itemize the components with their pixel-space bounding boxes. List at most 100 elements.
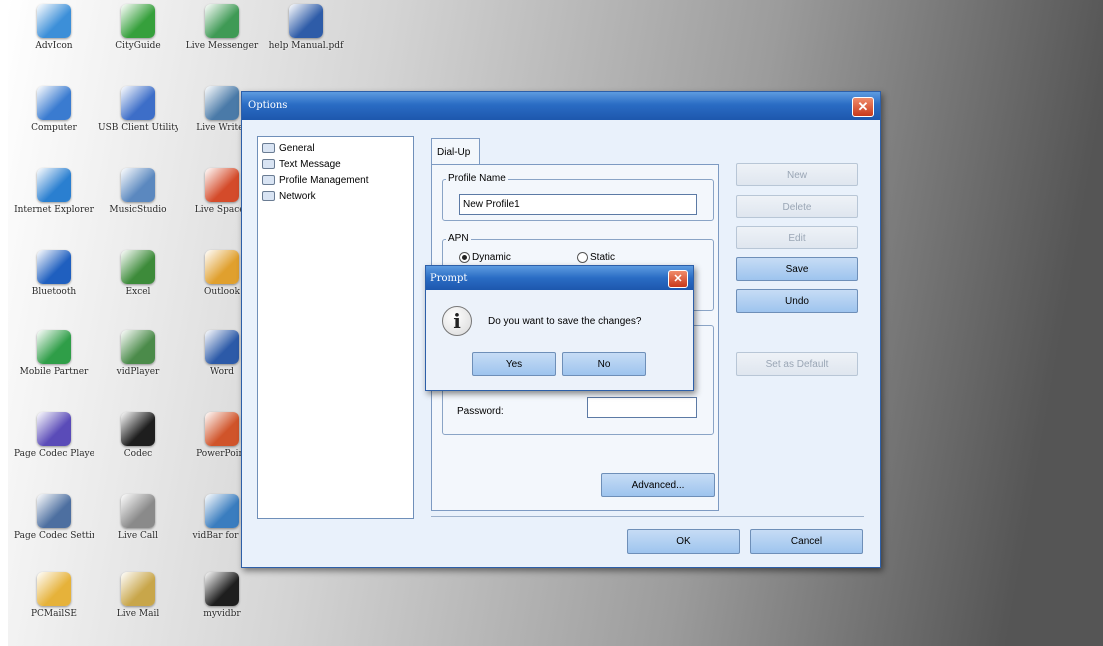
app-icon [37, 168, 71, 202]
options-titlebar[interactable]: Options ✕ [242, 92, 880, 120]
yes-label: Yes [505, 359, 523, 370]
app-icon [121, 330, 155, 364]
desktop-icon-20[interactable]: Page Codec Settings [14, 494, 94, 542]
app-icon [37, 412, 71, 446]
app-icon [121, 250, 155, 284]
no-button[interactable]: No [562, 352, 646, 376]
desktop-icon-8[interactable]: Internet Explorer [14, 168, 94, 216]
advanced-label: Advanced... [631, 480, 685, 491]
undo-button[interactable]: Undo [736, 289, 858, 313]
delete-button[interactable]: Delete [736, 195, 858, 218]
desktop-icon-6[interactable]: USB Client Utility [98, 86, 178, 134]
desktop-icon-14[interactable]: Mobile Partner [14, 330, 94, 378]
app-icon [121, 572, 155, 606]
tab-label: Dial-Up [437, 147, 471, 158]
desktop-icon-4[interactable]: help Manual.pdf [266, 4, 346, 52]
desktop-icon-label: MusicStudio [109, 205, 167, 215]
desktop-icon-15[interactable]: vidPlayer [98, 330, 178, 378]
desktop-icon-label: Live Mail [116, 609, 160, 619]
new-button[interactable]: New [736, 163, 858, 186]
app-icon [121, 4, 155, 38]
desktop-icon-5[interactable]: Computer [14, 86, 94, 134]
desktop-icon-label: USB Client Utility [98, 123, 178, 133]
desktop-icon-21[interactable]: Live Call [98, 494, 178, 542]
app-icon [37, 4, 71, 38]
app-icon [205, 572, 239, 606]
apn-static-radio[interactable]: Static [577, 252, 615, 263]
app-icon [205, 494, 239, 528]
ok-button[interactable]: OK [627, 529, 740, 554]
desktop-icon-9[interactable]: MusicStudio [98, 168, 178, 216]
password-input[interactable] [587, 397, 697, 418]
tab-dial-up[interactable]: Dial-Up [431, 138, 480, 165]
app-icon [37, 86, 71, 120]
advanced-button[interactable]: Advanced... [601, 473, 715, 497]
desktop-icon-label: Live Call [117, 531, 159, 541]
tree-item-label: Profile Management [279, 175, 369, 186]
apn-label: APN [446, 233, 471, 244]
folder-icon [262, 191, 275, 202]
app-icon [205, 250, 239, 284]
desktop-icon-17[interactable]: Page Codec Player [14, 412, 94, 460]
desktop-icon-label: vidPlayer [116, 367, 160, 377]
folder-open-icon [262, 175, 275, 186]
desktop-icon-label: Internet Explorer [14, 205, 94, 215]
yes-button[interactable]: Yes [472, 352, 556, 376]
profile-name-group: Profile Name New Profile1 [442, 173, 714, 221]
folder-icon [262, 143, 275, 154]
app-icon [37, 250, 71, 284]
save-label: Save [785, 264, 809, 275]
close-icon[interactable]: ✕ [852, 97, 874, 117]
app-icon [205, 330, 239, 364]
ok-label: OK [676, 536, 691, 547]
apn-static-label: Static [590, 252, 616, 264]
save-button[interactable]: Save [736, 257, 858, 281]
desktop-icon-25[interactable]: myvidbr [182, 572, 262, 620]
desktop-icon-1[interactable]: AdvIcon [14, 4, 94, 52]
desktop-icon-18[interactable]: Codec [98, 412, 178, 460]
desktop-icon-2[interactable]: CityGuide [98, 4, 178, 52]
radio-icon [577, 252, 588, 263]
profile-name-label: Profile Name [446, 173, 508, 184]
desktop-icon-3[interactable]: Live Messenger [182, 4, 262, 52]
desktop-icon-24[interactable]: Live Mail [98, 572, 178, 620]
cancel-label: Cancel [790, 536, 823, 547]
new-label: New [786, 170, 807, 181]
close-icon[interactable]: ✕ [668, 270, 688, 288]
tree-item-general[interactable]: General [262, 143, 315, 157]
tree-item-label: Network [279, 191, 316, 202]
prompt-titlebar[interactable]: Prompt ✕ [426, 266, 693, 290]
cancel-button[interactable]: Cancel [750, 529, 863, 554]
set-as-default-label: Set as Default [765, 359, 829, 370]
apn-dynamic-radio[interactable]: Dynamic [459, 252, 511, 263]
prompt-dialog: Prompt ✕ i Do you want to save the chang… [425, 265, 694, 391]
apn-dynamic-label: Dynamic [472, 252, 511, 264]
desktop-icon-label: Excel [125, 287, 151, 297]
edit-button[interactable]: Edit [736, 226, 858, 249]
tree-item-network[interactable]: Network [262, 191, 316, 205]
desktop-icon-12[interactable]: Excel [98, 250, 178, 298]
radio-selected-icon [459, 252, 470, 263]
desktop-icon-label: Mobile Partner [19, 367, 89, 377]
app-icon [205, 4, 239, 38]
profile-name-input[interactable]: New Profile1 [459, 194, 697, 215]
desktop-icon-11[interactable]: Bluetooth [14, 250, 94, 298]
app-icon [121, 494, 155, 528]
info-icon: i [442, 306, 472, 336]
prompt-message: Do you want to save the changes? [488, 316, 642, 327]
tree-item-profile-management[interactable]: Profile Management [262, 175, 369, 189]
delete-label: Delete [782, 202, 812, 213]
desktop-icon-label: myvidbr [203, 609, 241, 619]
set-as-default-button[interactable]: Set as Default [736, 352, 858, 376]
desktop-icon-label: Page Codec Settings [14, 531, 94, 541]
no-label: No [597, 359, 611, 370]
desktop-icon-label: CityGuide [115, 41, 161, 51]
edit-label: Edit [788, 233, 806, 244]
profile-name-value: New Profile1 [463, 199, 520, 210]
tree-item-text-message[interactable]: Text Message [262, 159, 341, 173]
app-icon [121, 86, 155, 120]
desktop-icon-23[interactable]: PCMailSE [14, 572, 94, 620]
app-icon [37, 572, 71, 606]
desktop-icon-label: Live Messenger [185, 41, 259, 51]
footer-divider [431, 516, 864, 517]
